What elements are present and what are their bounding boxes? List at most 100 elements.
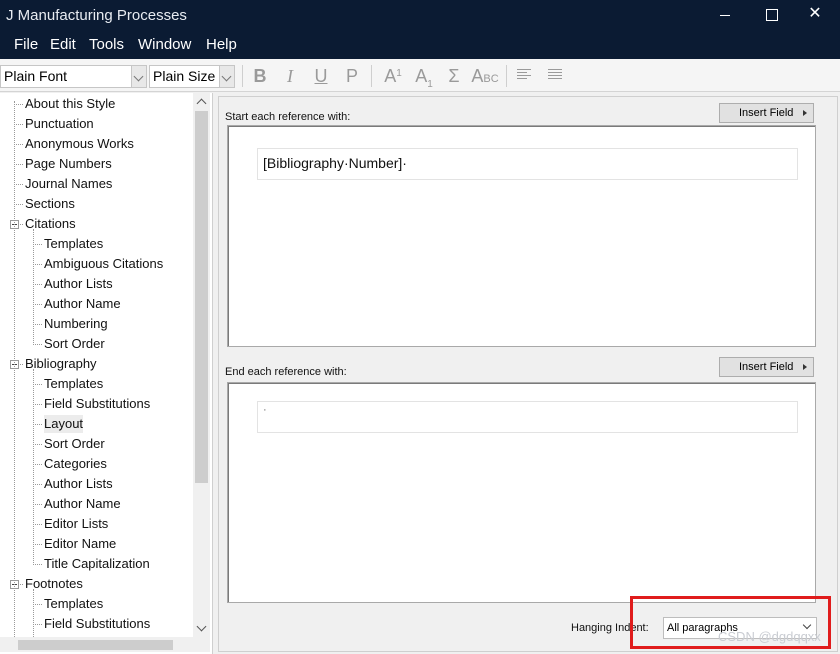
symbol-button[interactable]: Σ [442, 64, 466, 88]
tree-connector [33, 284, 42, 285]
tree-connector [14, 104, 23, 105]
scrollbar-thumb[interactable] [195, 111, 208, 483]
tree-item[interactable]: Layout [44, 415, 84, 433]
tree-connector [33, 624, 42, 625]
tree-item[interactable]: Numbering [44, 315, 108, 333]
tree-item[interactable]: Author Lists [44, 275, 113, 293]
menu-file[interactable]: File [14, 36, 38, 53]
italic-button[interactable]: I [278, 64, 302, 88]
tree-item[interactable]: Page Numbers [25, 155, 112, 173]
insert-field-label: Insert Field [739, 107, 794, 119]
end-reference-text[interactable]: · [257, 401, 798, 433]
chevron-down-icon[interactable] [131, 66, 146, 87]
tree-item[interactable]: Journal Names [25, 175, 112, 193]
scrollbar-thumb[interactable] [18, 640, 173, 650]
size-select[interactable]: Plain Size [149, 65, 235, 88]
tree-item[interactable]: Anonymous Works [25, 135, 134, 153]
tree-item[interactable]: About this Style [25, 95, 115, 113]
tree-item[interactable]: Templates [44, 375, 103, 393]
insert-field-button-end[interactable]: Insert Field [719, 357, 814, 377]
tree-item[interactable]: Editor Lists [44, 515, 108, 533]
scroll-down-icon[interactable] [193, 620, 210, 637]
tree-item[interactable]: Sections [25, 195, 75, 213]
minimize-button[interactable] [702, 0, 748, 30]
tree-connector [33, 504, 42, 505]
tree-connector [33, 404, 42, 405]
menu-bar: File Edit Tools Window Help [0, 32, 840, 59]
insert-field-label: Insert Field [739, 361, 794, 373]
tree-connector [33, 384, 42, 385]
tree-connector [14, 184, 23, 185]
tree-connector [33, 444, 42, 445]
tree-connector [33, 244, 42, 245]
bold-button[interactable]: B [248, 64, 272, 88]
menu-help[interactable]: Help [206, 36, 237, 53]
arrow-right-icon [803, 110, 807, 116]
menu-edit[interactable]: Edit [50, 36, 76, 53]
start-reference-editor[interactable]: [Bibliography·Number]· [227, 125, 816, 347]
align-left-icon[interactable] [517, 69, 531, 81]
subscript-icon: A [415, 66, 428, 86]
title-bar: J Manufacturing Processes ✕ [0, 0, 840, 32]
tree-item[interactable]: Editor Name [44, 535, 116, 553]
menu-tools[interactable]: Tools [89, 36, 124, 53]
tree-connector [14, 124, 23, 125]
tree-connector [14, 144, 23, 145]
tree-item[interactable]: Field Substitutions [44, 395, 150, 413]
toolbar-divider [506, 65, 507, 87]
toolbar-divider [242, 65, 243, 87]
plain-button[interactable]: P [340, 64, 364, 88]
tree-connector [14, 204, 23, 205]
tree-item[interactable]: Field Substitutions [44, 615, 150, 633]
layout-panel: Start each reference with: Insert Field … [218, 96, 838, 652]
tree-connector [14, 164, 23, 165]
paragraph-mark: · [263, 404, 267, 416]
tree-guide-line [33, 369, 34, 565]
tree-item[interactable]: Sort Order [44, 435, 105, 453]
tree-connector [33, 604, 42, 605]
tree-item[interactable]: Punctuation [25, 115, 94, 133]
end-reference-editor[interactable]: · [227, 382, 816, 603]
tree-horizontal-scrollbar[interactable] [0, 637, 210, 652]
font-select[interactable]: Plain Font [0, 65, 147, 88]
tree-item[interactable]: Author Lists [44, 475, 113, 493]
start-reference-text[interactable]: [Bibliography·Number]· [257, 148, 798, 180]
smallcaps-icon: A [471, 66, 484, 86]
tree-item[interactable]: Categories [44, 455, 107, 473]
size-select-value: Plain Size [153, 68, 216, 84]
superscript-mark: 1 [396, 68, 402, 79]
tree-connector [33, 344, 42, 345]
tree-connector [33, 264, 42, 265]
tree-item[interactable]: Ambiguous Citations [44, 255, 163, 273]
tree-item[interactable]: Author Name [44, 495, 121, 513]
tree-connector [33, 424, 42, 425]
tree-connector [33, 304, 42, 305]
end-reference-label: End each reference with: [225, 366, 347, 378]
tree-item[interactable]: Author Name [44, 295, 121, 313]
scroll-up-icon[interactable] [193, 93, 210, 110]
tree-item[interactable]: Templates [44, 595, 103, 613]
subscript-button[interactable]: A1 [412, 64, 436, 90]
insert-field-button-start[interactable]: Insert Field [719, 103, 814, 123]
tree-item[interactable]: Title Capitalization [44, 555, 150, 573]
close-button[interactable]: ✕ [792, 0, 838, 30]
subscript-mark: 1 [427, 79, 433, 90]
font-select-value: Plain Font [4, 68, 68, 84]
tree-item[interactable]: Templates [44, 235, 103, 253]
chevron-down-icon[interactable] [219, 66, 234, 87]
watermark: CSDN @dgdqqxx [718, 629, 821, 644]
underline-button[interactable]: U [309, 64, 333, 88]
align-justify-icon[interactable] [548, 69, 562, 81]
tree-guide-line [33, 589, 34, 637]
maximize-button[interactable] [748, 0, 794, 30]
style-tree: About this Style Punctuation Anonymous Wor… [0, 93, 213, 654]
superscript-button[interactable]: A1 [381, 64, 405, 88]
tree-connector [33, 564, 42, 565]
menu-window[interactable]: Window [138, 36, 191, 53]
tree-connector [33, 484, 42, 485]
superscript-icon: A [384, 66, 397, 86]
tree-item[interactable]: Sort Order [44, 335, 105, 353]
tree-vertical-scrollbar[interactable] [193, 93, 210, 637]
tree-item[interactable]: Bibliography [25, 355, 97, 373]
smallcaps-button[interactable]: ABC [470, 64, 500, 88]
